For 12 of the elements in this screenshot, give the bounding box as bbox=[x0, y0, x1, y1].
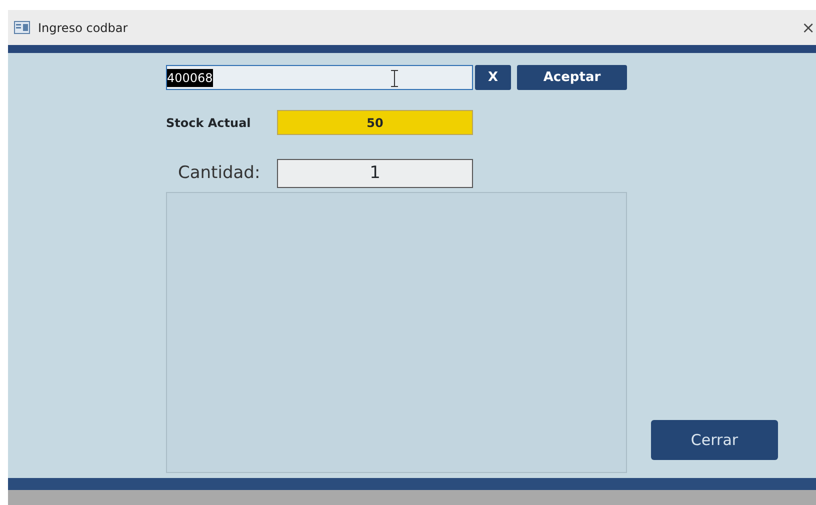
stock-value: 50 bbox=[277, 110, 473, 135]
form-icon bbox=[14, 21, 30, 34]
quantity-field[interactable]: 1 bbox=[277, 159, 473, 188]
text-cursor-icon bbox=[391, 70, 398, 87]
code-field[interactable]: 400068 bbox=[166, 65, 473, 90]
accept-button[interactable]: Aceptar bbox=[517, 65, 627, 90]
clear-button[interactable]: X bbox=[475, 65, 511, 90]
stock-label: Stock Actual bbox=[166, 114, 252, 132]
quantity-label: Cantidad: bbox=[177, 162, 262, 185]
close-button[interactable]: × bbox=[802, 20, 815, 36]
close-form-button[interactable]: Cerrar bbox=[651, 420, 778, 460]
window-title: Ingreso codbar bbox=[38, 20, 128, 36]
